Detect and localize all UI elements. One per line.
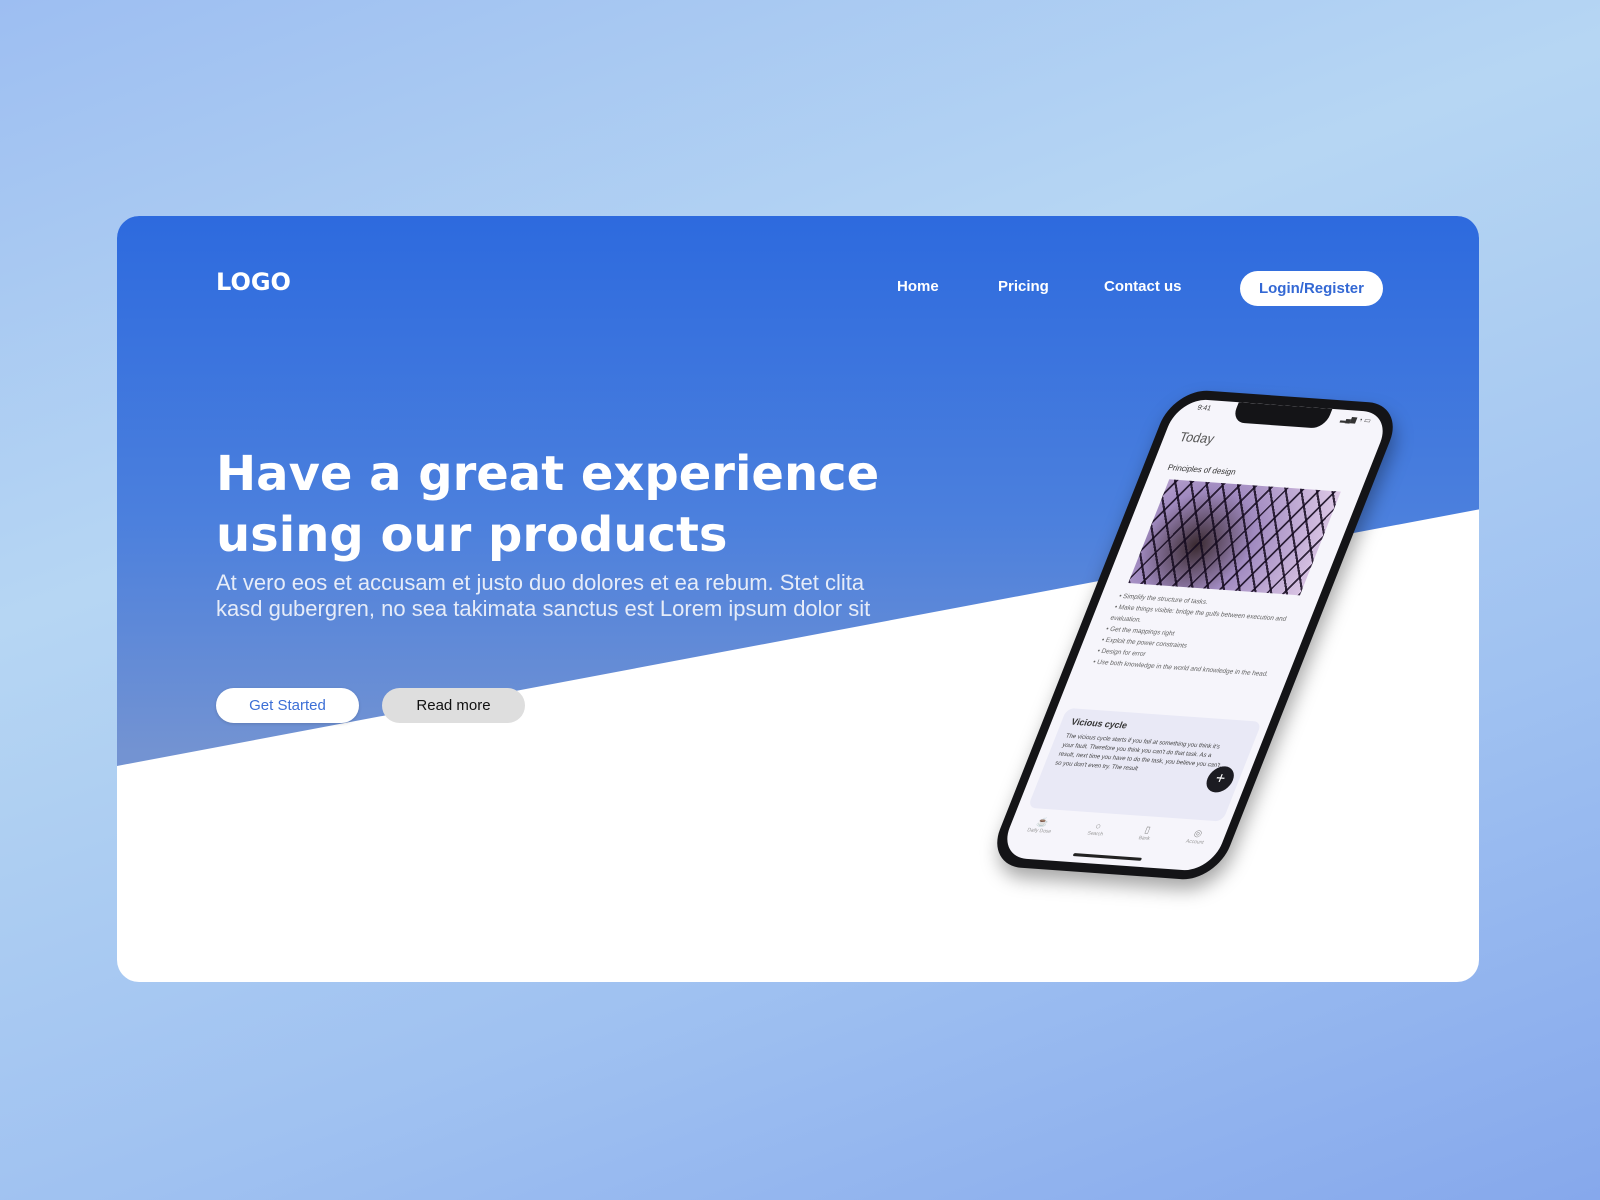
architecture-image [1128,479,1341,596]
phone-frame: 9:41 ▂▄▆ ◔ ▭ Today Principles of design … [985,388,1405,882]
tab-bank[interactable]: ▯ Bank [1134,824,1155,851]
phone-screen: 9:41 ▂▄▆ ◔ ▭ Today Principles of design … [998,397,1392,873]
logo[interactable]: LOGO [216,268,291,296]
nav-link-contact[interactable]: Contact us [1104,278,1182,295]
tab-daily-dose[interactable]: ☕ Daily Dose [1023,816,1057,844]
screen-section-title: Principles of design [1166,462,1238,477]
phone-tab-bar: ☕ Daily Dose ○ Search ▯ Bank ◎ Account [1004,815,1227,856]
login-register-button[interactable]: Login/Register [1240,271,1383,306]
tab-account[interactable]: ◎ Account [1181,828,1209,855]
tab-search[interactable]: ○ Search [1082,821,1108,848]
principles-list: • Simplify the structure of tasks. • Mak… [1091,591,1307,681]
hero-headline: Have a great experience using our produc… [216,446,880,563]
vicious-cycle-card[interactable]: Vicious cycle The vicious cycle starts i… [1027,707,1262,822]
navbar: LOGO Home Pricing Contact us Login/Regis… [117,216,1479,336]
home-indicator [1072,853,1143,861]
card-text: The vicious cycle starts if you fail at … [1053,733,1223,773]
nav-link-home[interactable]: Home [897,278,939,295]
landing-card: LOGO Home Pricing Contact us Login/Regis… [117,216,1479,982]
screen-title: Today [1177,428,1217,447]
signal-battery-icon: ▂▄▆ ◔ ▭ [1339,415,1372,425]
nav-link-pricing[interactable]: Pricing [998,278,1049,295]
status-time: 9:41 [1196,404,1213,413]
read-more-button[interactable]: Read more [382,688,525,723]
get-started-button[interactable]: Get Started [216,688,359,723]
hero-subtext: At vero eos et accusam et justo duo dolo… [216,570,871,621]
book-icon: ▯ [1143,824,1153,835]
phone-mockup: 9:41 ▂▄▆ ◔ ▭ Today Principles of design … [985,388,1405,896]
card-title: Vicious cycle [1069,716,1130,731]
phone-notch [1230,402,1333,429]
